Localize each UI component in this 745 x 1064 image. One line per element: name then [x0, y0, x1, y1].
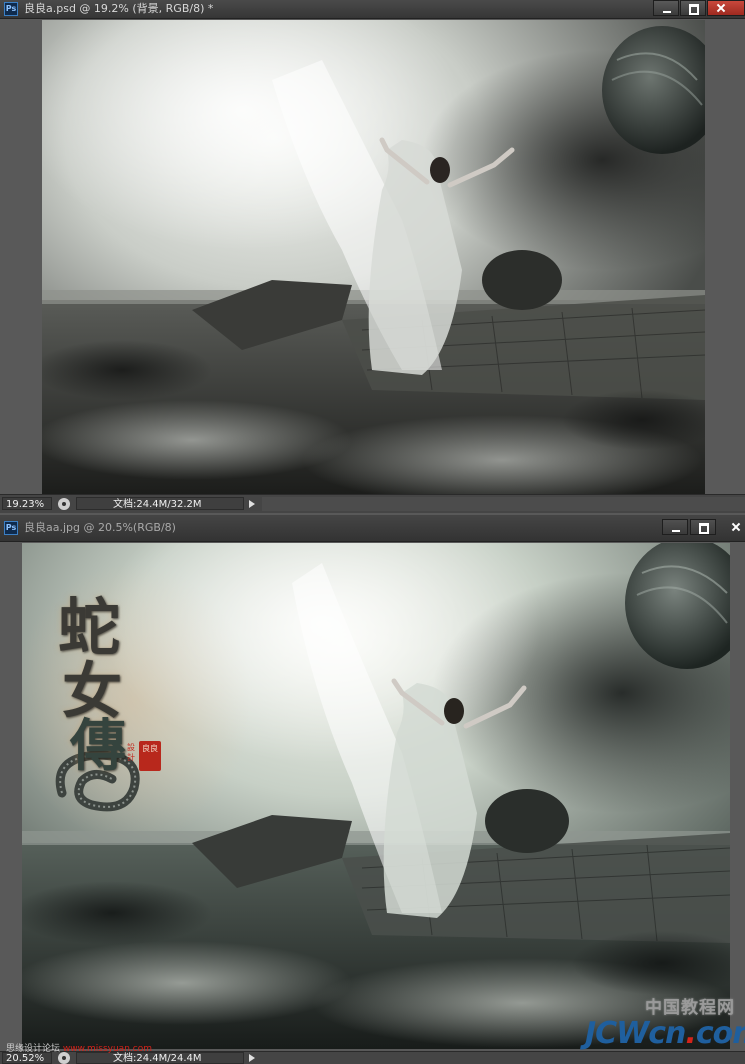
minimize-icon[interactable]	[653, 0, 679, 16]
title-calligraphy-3: 傳	[70, 713, 126, 779]
forum-watermark-name: 思缘设计论坛	[6, 1044, 61, 1054]
watermark-en-part1: JCWcn	[585, 1016, 686, 1051]
seal-side-text: 設計	[127, 743, 135, 762]
horizontal-scrollbar[interactable]	[262, 497, 745, 511]
status-arrow-icon[interactable]	[249, 500, 255, 508]
photoshop-icon: Ps	[4, 2, 18, 16]
document-title: 良良a.psd @ 19.2% (背景, RGB/8) *	[24, 2, 214, 15]
maximize-icon[interactable]	[690, 519, 716, 535]
artwork-image	[22, 543, 730, 1049]
status-bar: 19.23% 文档:24.4M/32.2M	[0, 494, 745, 513]
document-window-psd[interactable]: Ps 良良a.psd @ 19.2% (背景, RGB/8) * 19.23% …	[0, 0, 745, 515]
close-icon[interactable]	[722, 519, 745, 535]
status-menu-icon[interactable]	[58, 498, 70, 510]
forum-watermark-url: www.missyuan.com	[62, 1044, 152, 1054]
forum-watermark: 思缘设计论坛 www.missyuan.com	[6, 1041, 152, 1054]
document-canvas[interactable]	[42, 20, 705, 494]
close-icon[interactable]	[707, 0, 745, 16]
document-title: 良良aa.jpg @ 20.5%(RGB/8)	[24, 521, 176, 534]
artwork-image	[42, 20, 705, 494]
red-seal-stamp: 良良	[139, 741, 161, 771]
window-titlebar[interactable]: Ps 良良a.psd @ 19.2% (背景, RGB/8) *	[0, 0, 745, 19]
window-titlebar[interactable]: Ps 良良aa.jpg @ 20.5%(RGB/8)	[0, 515, 745, 542]
site-watermark: 中国教程网 JCWcn.com	[585, 993, 745, 1051]
maximize-icon[interactable]	[680, 0, 706, 16]
watermark-chinese: 中国教程网	[645, 998, 735, 1018]
watermark-en-part2: com	[695, 1016, 745, 1051]
document-size-info: 文档:24.4M/32.2M	[76, 497, 244, 510]
photoshop-icon: Ps	[4, 521, 18, 535]
watermark-dot: .	[685, 1016, 696, 1051]
status-arrow-icon[interactable]	[249, 1054, 255, 1062]
document-window-jpg[interactable]: Ps 良良aa.jpg @ 20.5%(RGB/8) 蛇 女 傳 良良 設計 中…	[0, 515, 745, 1064]
document-canvas[interactable]	[22, 543, 730, 1049]
watermark-english: JCWcn.com	[585, 1016, 745, 1051]
zoom-level-field[interactable]: 19.23%	[2, 497, 52, 510]
minimize-icon[interactable]	[662, 519, 688, 535]
